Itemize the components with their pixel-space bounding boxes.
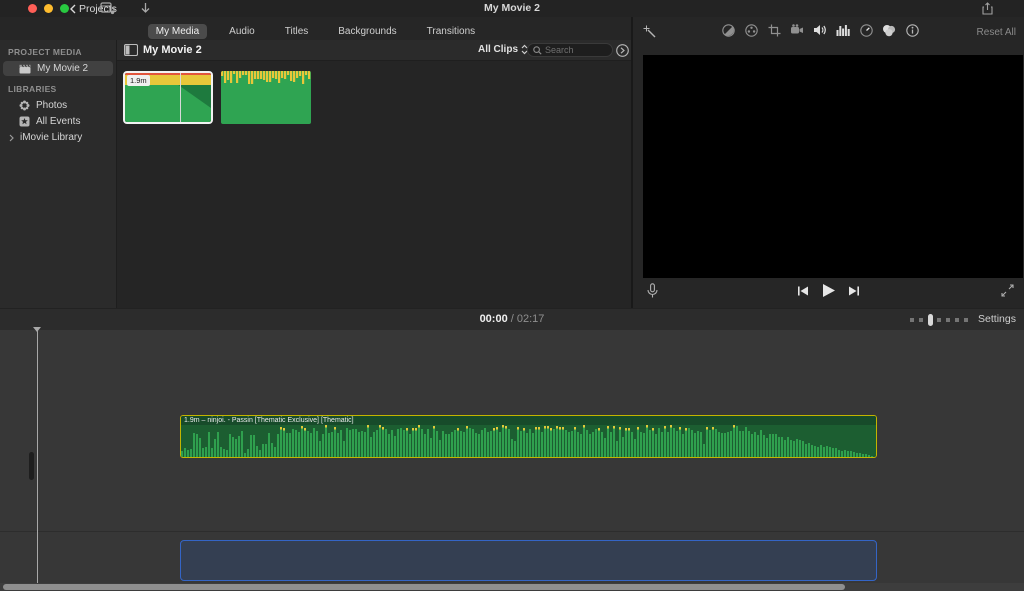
- background-music-well[interactable]: [180, 540, 877, 581]
- next-frame-button[interactable]: [848, 285, 860, 297]
- waveform-svg: [181, 425, 873, 457]
- filter-label: All Clips: [478, 44, 519, 55]
- window-titlebar: Projects My Movie 2: [0, 0, 1024, 17]
- noise-reduction-icon[interactable]: [836, 23, 850, 37]
- sidebar-item-photos[interactable]: Photos: [3, 98, 113, 113]
- time-readout: 00:00 / 02:17: [479, 313, 545, 325]
- play-button[interactable]: [821, 283, 836, 298]
- sidebar-item-label: My Movie 2: [37, 63, 89, 74]
- browser-header: My Movie 2 All Clips: [117, 40, 631, 61]
- timeline-audio-clip[interactable]: 1.9m – ninjoi. - Passin [Thematic Exclus…: [180, 415, 877, 458]
- sidebar-item-imovie-library[interactable]: iMovie Library: [3, 130, 113, 145]
- current-time: 00:00: [479, 313, 508, 325]
- tab-my-media[interactable]: My Media: [147, 24, 208, 39]
- search-field[interactable]: [527, 43, 613, 57]
- zoom-slider-thumb[interactable]: [928, 314, 933, 326]
- upper-pane: My Media Audio Titles Backgrounds Transi…: [0, 17, 1024, 308]
- clip-filter-icon[interactable]: [882, 23, 896, 37]
- sidebar: PROJECT MEDIA My Movie 2 LIBRARIES Photo…: [0, 40, 117, 308]
- tab-backgrounds[interactable]: Backgrounds: [330, 24, 404, 39]
- playback-controls: [633, 278, 1024, 308]
- sidebar-item-label: All Events: [36, 116, 81, 127]
- tab-titles[interactable]: Titles: [277, 24, 317, 39]
- clip-duration-badge: 1.9m: [127, 75, 150, 86]
- sidebar-item-label: iMovie Library: [20, 132, 83, 143]
- video-preview[interactable]: [643, 55, 1023, 278]
- timeline-zoom-slider[interactable]: [910, 314, 972, 326]
- window-title: My Movie 2: [483, 2, 541, 14]
- audio-clip-waveform: [181, 425, 876, 457]
- stabilization-icon[interactable]: [790, 23, 804, 37]
- clip-info-icon[interactable]: [905, 23, 919, 37]
- speed-icon[interactable]: [859, 23, 873, 37]
- tab-audio[interactable]: Audio: [221, 24, 263, 39]
- sidebar-item-all-events[interactable]: All Events: [3, 114, 113, 129]
- search-input[interactable]: [545, 45, 605, 55]
- reset-all-button[interactable]: Reset All: [977, 27, 1016, 38]
- enhance-wand-icon[interactable]: [643, 25, 657, 39]
- previous-frame-button[interactable]: [797, 285, 809, 297]
- timeline-toolbar: 00:00 / 02:17 Settings: [0, 308, 1024, 330]
- project-media-header: PROJECT MEDIA: [8, 47, 82, 57]
- search-icon: [533, 45, 542, 55]
- chevron-right-icon: [9, 134, 14, 141]
- clapperboard-icon: [19, 64, 31, 73]
- browser-title: My Movie 2: [143, 44, 202, 56]
- tab-transitions[interactable]: Transitions: [419, 24, 484, 39]
- browser-clip-1[interactable]: 1.9m: [123, 71, 213, 124]
- timeline-vertical-scrollbar[interactable]: [29, 452, 34, 480]
- sidebar-item-label: Photos: [36, 100, 68, 111]
- skimmer-line: [180, 73, 181, 122]
- viewer-pane: Reset All: [631, 17, 1024, 308]
- star-icon: [19, 116, 30, 127]
- playhead-line: [37, 329, 38, 583]
- audio-clip-label: 1.9m – ninjoi. - Passin [Thematic Exclus…: [181, 416, 876, 425]
- sidebar-toggle-icon[interactable]: [124, 44, 138, 56]
- color-balance-icon[interactable]: [721, 23, 735, 37]
- browser-clip-2[interactable]: [221, 71, 311, 124]
- total-duration: 02:17: [516, 313, 545, 325]
- sidebar-item-my-movie-2[interactable]: My Movie 2: [3, 61, 113, 76]
- crop-icon[interactable]: [767, 23, 781, 37]
- share-icon[interactable]: [982, 2, 993, 15]
- color-correction-icon[interactable]: [744, 23, 758, 37]
- all-clips-filter[interactable]: All Clips: [478, 44, 528, 55]
- track-divider: [0, 531, 1024, 532]
- timeline-area[interactable]: 1.9m – ninjoi. - Passin [Thematic Exclus…: [0, 330, 1024, 591]
- media-tab-bar: My Media Audio Titles Backgrounds Transi…: [0, 24, 631, 39]
- clip-waveform-spikes: [221, 71, 311, 84]
- photos-pinwheel-icon: [19, 100, 30, 111]
- timeline-horizontal-scrollbar[interactable]: [0, 583, 1024, 591]
- adjust-toolbar: Reset All: [633, 23, 1024, 41]
- media-browser: My Movie 2 All Clips Search 1.9m: [117, 40, 631, 308]
- fullscreen-icon[interactable]: [1001, 284, 1014, 297]
- volume-icon[interactable]: [813, 23, 827, 37]
- libraries-header: LIBRARIES: [8, 84, 57, 94]
- timeline-settings-button[interactable]: Settings: [978, 313, 1016, 325]
- horizontal-scrollbar-thumb[interactable]: [3, 584, 845, 590]
- circled-arrow-icon[interactable]: [616, 44, 629, 57]
